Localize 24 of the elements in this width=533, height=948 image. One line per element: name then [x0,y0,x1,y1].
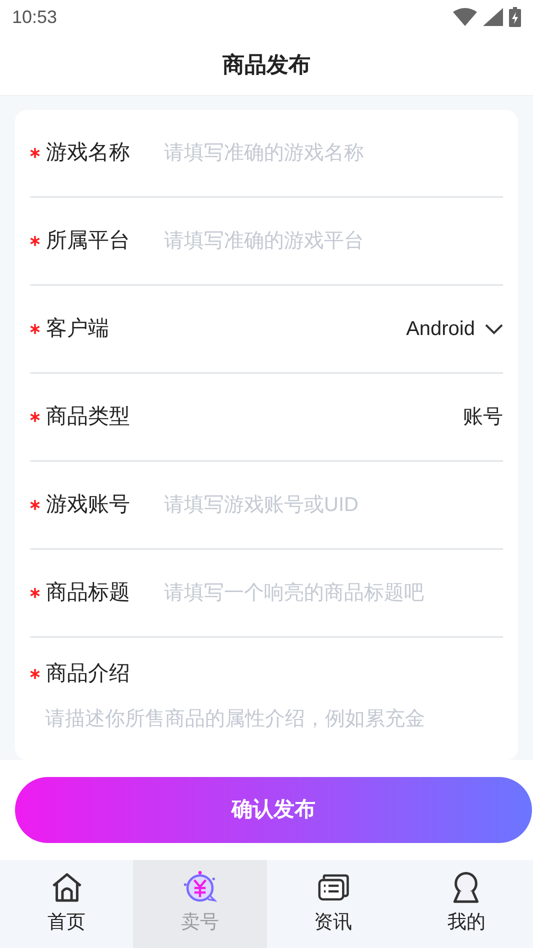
field-label: 游戏账号 [46,492,130,518]
submit-button[interactable]: 确认发布 [15,777,532,843]
page-title: 商品发布 [222,51,310,79]
field-label: 游戏名称 [46,140,130,166]
field-label: 所属平台 [46,228,130,254]
input-field[interactable]: 请填写准确的游戏名称 [164,133,503,173]
field-value: 账号 [463,405,503,430]
tab-bar-item[interactable]: 我的 [400,860,533,948]
battery-icon [509,7,521,27]
input-field[interactable]: 请填写游戏账号或UID [164,485,503,525]
field-label: 商品介绍 [46,661,130,687]
field-label: 商品类型 [46,404,130,430]
input-field[interactable]: 请填写一个响亮的商品标题吧 [164,573,503,613]
description-field[interactable]: 请描述你所售商品的属性介绍，例如累充金 [45,704,505,744]
field-label: 商品标题 [46,580,130,606]
tab-bar-item[interactable]: 资讯 [266,860,400,948]
chevron-down-icon [485,323,503,335]
wifi-icon [453,8,477,26]
input-field[interactable]: 请填写准确的游戏平台 [164,221,503,261]
tab-bar-item[interactable]: 首页 [0,860,134,948]
status-time: 10:53 [12,6,58,28]
client-select[interactable]: Android [406,314,503,344]
field-label: 客户端 [46,316,109,342]
signal-icon [483,8,503,26]
